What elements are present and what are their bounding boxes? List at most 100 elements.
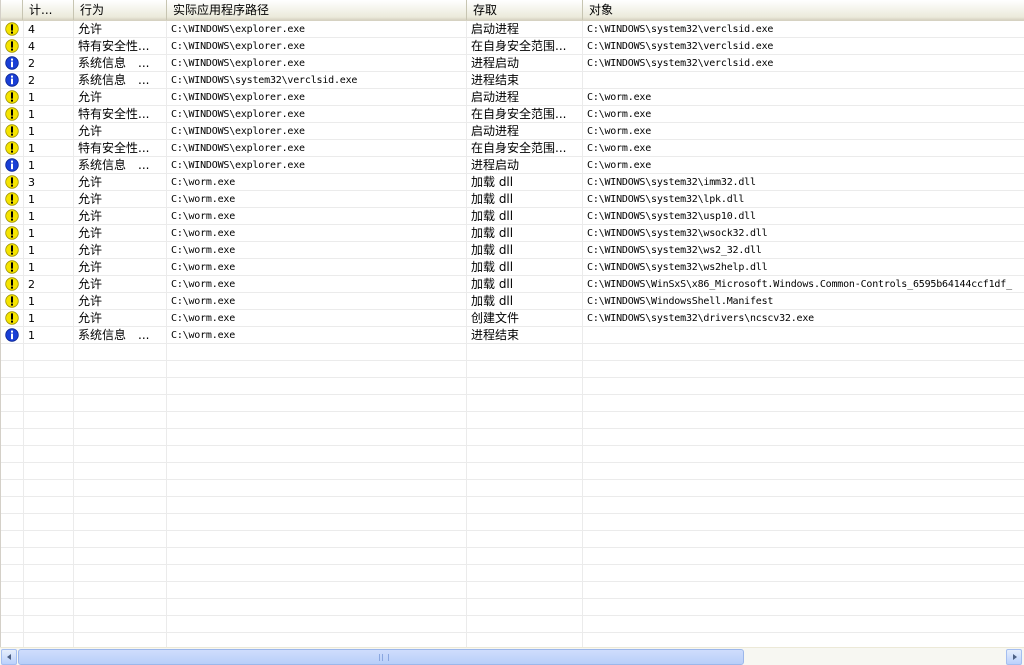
grid-line bbox=[1, 394, 1024, 395]
grid-line bbox=[1, 496, 1024, 497]
table-row[interactable]: 1 允许 C:\WINDOWS\explorer.exe 启动进程 C:\worm.ex… bbox=[1, 123, 1024, 140]
table-row[interactable]: 3 允许 C:\worm.exe 加载 dll C:\WINDOWS\system32\… bbox=[1, 174, 1024, 191]
scroll-right-button[interactable] bbox=[1006, 649, 1022, 665]
path-cell: C:\worm.exe bbox=[171, 262, 236, 273]
behavior-cell: 允许 bbox=[78, 277, 103, 291]
header-count[interactable]: 计... bbox=[23, 0, 74, 20]
path-cell: C:\worm.exe bbox=[171, 330, 236, 341]
table-row[interactable]: 2 允许 C:\worm.exe 加载 dll C:\WINDOWS\WinSxS\x8… bbox=[1, 276, 1024, 293]
target-cell: C:\WINDOWS\WindowsShell.Manifest bbox=[587, 296, 774, 307]
behavior-cell: 允许 bbox=[78, 226, 103, 240]
table-row[interactable]: 1 允许 C:\worm.exe 加载 dll C:\WINDOWS\system32\… bbox=[1, 242, 1024, 259]
header-app-path[interactable]: 实际应用程序路径 bbox=[167, 0, 467, 20]
behavior-cell: 允许 bbox=[78, 175, 103, 189]
warning-icon bbox=[5, 260, 19, 274]
access-cell: 启动进程 bbox=[471, 90, 520, 104]
table-row[interactable]: 1 允许 C:\worm.exe 加载 dll C:\WINDOWS\system32\… bbox=[1, 259, 1024, 276]
behavior-cell: 允许 bbox=[78, 90, 103, 104]
grid-line bbox=[1, 360, 1024, 361]
behavior-cell: 特有安全性... bbox=[78, 39, 150, 53]
access-cell: 进程启动 bbox=[471, 56, 520, 70]
target-cell: C:\WINDOWS\system32\verclsid.exe bbox=[587, 24, 774, 35]
table-row[interactable]: 1 系统信息 ... C:\worm.exe 进程结束 bbox=[1, 327, 1024, 344]
path-cell: C:\WINDOWS\explorer.exe bbox=[171, 160, 305, 171]
target-cell: C:\worm.exe bbox=[587, 126, 652, 137]
target-cell: C:\WINDOWS\system32\usp10.dll bbox=[587, 211, 756, 222]
table-row[interactable]: 1 允许 C:\worm.exe 加载 dll C:\WINDOWS\WindowsSh… bbox=[1, 293, 1024, 310]
access-cell: 加载 dll bbox=[471, 226, 514, 240]
table-row[interactable]: 1 允许 C:\worm.exe 加载 dll C:\WINDOWS\system32\… bbox=[1, 208, 1024, 225]
count-cell: 1 bbox=[28, 329, 35, 342]
grip-icon bbox=[379, 654, 389, 661]
behavior-cell: 系统信息 ... bbox=[78, 158, 150, 172]
event-list-view[interactable]: 计... 行为 实际应用程序路径 存取 对象 4 允许 C:\WINDOWS\exp… bbox=[0, 0, 1024, 648]
table-row[interactable]: 1 允许 C:\worm.exe 加载 dll C:\WINDOWS\system32\… bbox=[1, 225, 1024, 242]
access-cell: 加载 dll bbox=[471, 260, 514, 274]
table-row[interactable]: 1 允许 C:\WINDOWS\explorer.exe 启动进程 C:\worm.ex… bbox=[1, 89, 1024, 106]
behavior-cell: 允许 bbox=[78, 124, 103, 138]
access-cell: 在自身安全范围... bbox=[471, 107, 567, 121]
path-cell: C:\WINDOWS\explorer.exe bbox=[171, 143, 305, 154]
table-row[interactable]: 1 允许 C:\worm.exe 创建文件 C:\WINDOWS\system32\dr… bbox=[1, 310, 1024, 327]
path-cell: C:\worm.exe bbox=[171, 245, 236, 256]
target-cell: C:\WINDOWS\system32\ws2help.dll bbox=[587, 262, 768, 273]
header-icon-column[interactable] bbox=[1, 0, 23, 20]
warning-icon bbox=[5, 22, 19, 36]
warning-icon bbox=[5, 175, 19, 189]
grid-line bbox=[1, 462, 1024, 463]
path-cell: C:\worm.exe bbox=[171, 177, 236, 188]
target-cell: C:\worm.exe bbox=[587, 160, 652, 171]
access-cell: 加载 dll bbox=[471, 294, 514, 308]
scroll-thumb[interactable] bbox=[18, 649, 744, 665]
table-row[interactable]: 1 系统信息 ... C:\WINDOWS\explorer.exe 进程启动 C:\w… bbox=[1, 157, 1024, 174]
behavior-cell: 允许 bbox=[78, 311, 103, 325]
grid-line bbox=[1, 632, 1024, 633]
table-row[interactable]: 1 特有安全性... C:\WINDOWS\explorer.exe 在自身安全范围.… bbox=[1, 106, 1024, 123]
target-cell: C:\worm.exe bbox=[587, 143, 652, 154]
warning-icon bbox=[5, 124, 19, 138]
table-row[interactable]: 4 特有安全性... C:\WINDOWS\explorer.exe 在自身安全范围.… bbox=[1, 38, 1024, 55]
access-cell: 进程结束 bbox=[471, 73, 520, 87]
path-cell: C:\WINDOWS\explorer.exe bbox=[171, 92, 305, 103]
grid-line bbox=[1, 445, 1024, 446]
table-row[interactable]: 2 系统信息 ... C:\WINDOWS\explorer.exe 进程启动 C:\W… bbox=[1, 55, 1024, 72]
header-access[interactable]: 存取 bbox=[467, 0, 583, 20]
grid-line bbox=[1, 428, 1024, 429]
access-cell: 进程启动 bbox=[471, 158, 520, 172]
arrow-right-icon bbox=[1013, 654, 1017, 660]
grid-line bbox=[1, 411, 1024, 412]
grid-line bbox=[1, 581, 1024, 582]
access-cell: 启动进程 bbox=[471, 124, 520, 138]
access-cell: 在自身安全范围... bbox=[471, 39, 567, 53]
target-cell: C:\WINDOWS\system32\verclsid.exe bbox=[587, 41, 774, 52]
grid-line bbox=[1, 513, 1024, 514]
header-target[interactable]: 对象 bbox=[583, 0, 1024, 20]
target-cell: C:\WINDOWS\system32\lpk.dll bbox=[587, 194, 745, 205]
warning-icon bbox=[5, 226, 19, 240]
count-cell: 4 bbox=[28, 40, 35, 53]
behavior-cell: 允许 bbox=[78, 22, 103, 36]
count-cell: 3 bbox=[28, 176, 35, 189]
count-cell: 2 bbox=[28, 57, 35, 70]
warning-icon bbox=[5, 243, 19, 257]
path-cell: C:\WINDOWS\explorer.exe bbox=[171, 109, 305, 120]
table-row[interactable]: 2 系统信息 ... C:\WINDOWS\system32\verclsid.ex… bbox=[1, 72, 1024, 89]
behavior-cell: 允许 bbox=[78, 294, 103, 308]
behavior-cell: 系统信息 ... bbox=[78, 328, 150, 342]
scroll-left-button[interactable] bbox=[1, 649, 17, 665]
behavior-cell: 允许 bbox=[78, 192, 103, 206]
access-cell: 加载 dll bbox=[471, 209, 514, 223]
table-row[interactable]: 4 允许 C:\WINDOWS\explorer.exe 启动进程 C:\WINDOWS… bbox=[1, 21, 1024, 38]
horizontal-scrollbar[interactable] bbox=[0, 647, 1024, 665]
count-cell: 1 bbox=[28, 210, 35, 223]
count-cell: 1 bbox=[28, 227, 35, 240]
warning-icon bbox=[5, 90, 19, 104]
count-cell: 1 bbox=[28, 108, 35, 121]
table-row[interactable]: 1 允许 C:\worm.exe 加载 dll C:\WINDOWS\system32\… bbox=[1, 191, 1024, 208]
count-cell: 1 bbox=[28, 91, 35, 104]
target-cell: C:\WINDOWS\system32\verclsid.exe bbox=[587, 58, 774, 69]
table-row[interactable]: 1 特有安全性... C:\WINDOWS\explorer.exe 在自身安全范围.… bbox=[1, 140, 1024, 157]
count-cell: 1 bbox=[28, 142, 35, 155]
info-icon bbox=[5, 56, 19, 70]
header-behavior[interactable]: 行为 bbox=[74, 0, 167, 20]
